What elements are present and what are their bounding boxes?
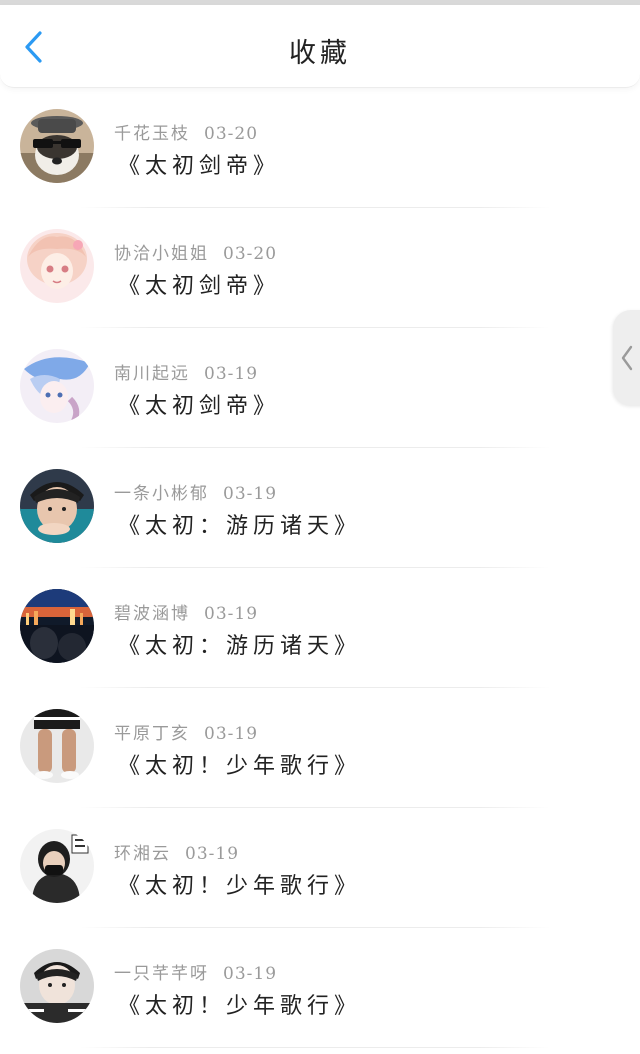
book-title[interactable]: 《太初！少年歌行》 bbox=[118, 988, 361, 1020]
item-meta: 平原丁亥 03-19 bbox=[114, 719, 258, 744]
timestamp: 03-19 bbox=[223, 484, 278, 504]
list-item[interactable]: 协洽小姐姐 03-20 《太初剑帝》 bbox=[0, 208, 640, 328]
book-title[interactable]: 《太初：游历诸天》 bbox=[118, 508, 361, 540]
nav-header: 收藏 bbox=[0, 5, 640, 88]
timestamp: 03-20 bbox=[223, 244, 278, 264]
user-name[interactable]: 一只芊芊呀 bbox=[114, 964, 209, 984]
list-item[interactable]: 千花玉枝 03-20 《太初剑帝》 bbox=[0, 88, 640, 208]
item-meta: 协洽小姐姐 03-20 bbox=[114, 239, 277, 264]
timestamp: 03-19 bbox=[185, 844, 240, 864]
user-name[interactable]: 环湘云 bbox=[114, 844, 171, 864]
page-title: 收藏 bbox=[289, 38, 351, 69]
book-title[interactable]: 《太初：游历诸天》 bbox=[118, 628, 361, 660]
timestamp: 03-19 bbox=[223, 964, 278, 984]
timestamp: 03-19 bbox=[204, 364, 259, 384]
item-meta: 千花玉枝 03-20 bbox=[114, 119, 258, 144]
list-item[interactable]: 南川起远 03-19 《太初剑帝》 bbox=[0, 328, 640, 448]
user-name[interactable]: 千花玉枝 bbox=[114, 124, 190, 144]
dog-with-sunglasses-avatar[interactable] bbox=[20, 109, 94, 183]
book-title[interactable]: 《太初剑帝》 bbox=[118, 148, 280, 180]
list-item[interactable]: 一只芊芊呀 03-19 《太初！少年歌行》 bbox=[0, 928, 640, 1048]
item-meta: 南川起远 03-19 bbox=[114, 359, 258, 384]
favorites-list: 千花玉枝 03-20 《太初剑帝》 协洽小姐姐 03-20 《太初剑帝》 南川起… bbox=[0, 88, 640, 1048]
list-item[interactable]: 平原丁亥 03-19 《太初！少年歌行》 bbox=[0, 688, 640, 808]
divider bbox=[80, 1047, 550, 1048]
list-item[interactable]: 一条小彬郁 03-19 《太初：游历诸天》 bbox=[0, 448, 640, 568]
chevron-left-icon bbox=[621, 345, 633, 371]
user-name[interactable]: 协洽小姐姐 bbox=[114, 244, 209, 264]
timestamp: 03-19 bbox=[204, 724, 259, 744]
item-meta: 一条小彬郁 03-19 bbox=[114, 479, 277, 504]
item-meta: 环湘云 03-19 bbox=[114, 839, 239, 864]
user-name[interactable]: 碧波涵博 bbox=[114, 604, 190, 624]
book-title[interactable]: 《太初剑帝》 bbox=[118, 268, 280, 300]
user-name[interactable]: 一条小彬郁 bbox=[114, 484, 209, 504]
item-meta: 一只芊芊呀 03-19 bbox=[114, 959, 277, 984]
anime-blue-hair-avatar[interactable] bbox=[20, 349, 94, 423]
city-night-avatar[interactable] bbox=[20, 589, 94, 663]
user-name[interactable]: 平原丁亥 bbox=[114, 724, 190, 744]
anime-girl-pink-avatar[interactable] bbox=[20, 229, 94, 303]
user-name[interactable]: 南川起远 bbox=[114, 364, 190, 384]
item-meta: 碧波涵博 03-19 bbox=[114, 599, 258, 624]
legs-shorts-avatar[interactable] bbox=[20, 709, 94, 783]
list-item[interactable]: 碧波涵博 03-19 《太初：游历诸天》 bbox=[0, 568, 640, 688]
book-title[interactable]: 《太初！少年歌行》 bbox=[118, 868, 361, 900]
book-title[interactable]: 《太初剑帝》 bbox=[118, 388, 280, 420]
timestamp: 03-20 bbox=[204, 124, 259, 144]
boy-photo-avatar[interactable] bbox=[20, 469, 94, 543]
boy-caption-avatar[interactable] bbox=[20, 949, 94, 1023]
side-drawer-handle[interactable] bbox=[613, 310, 640, 406]
list-item[interactable]: 环湘云 03-19 《太初！少年歌行》 bbox=[0, 808, 640, 928]
book-title[interactable]: 《太初！少年歌行》 bbox=[118, 748, 361, 780]
timestamp: 03-19 bbox=[204, 604, 259, 624]
favorites-page: 收藏 千花玉枝 03-20 《太初剑帝》 协洽小姐姐 03-20 《太初剑帝》 … bbox=[0, 0, 640, 1054]
masked-person-avatar[interactable] bbox=[20, 829, 94, 903]
